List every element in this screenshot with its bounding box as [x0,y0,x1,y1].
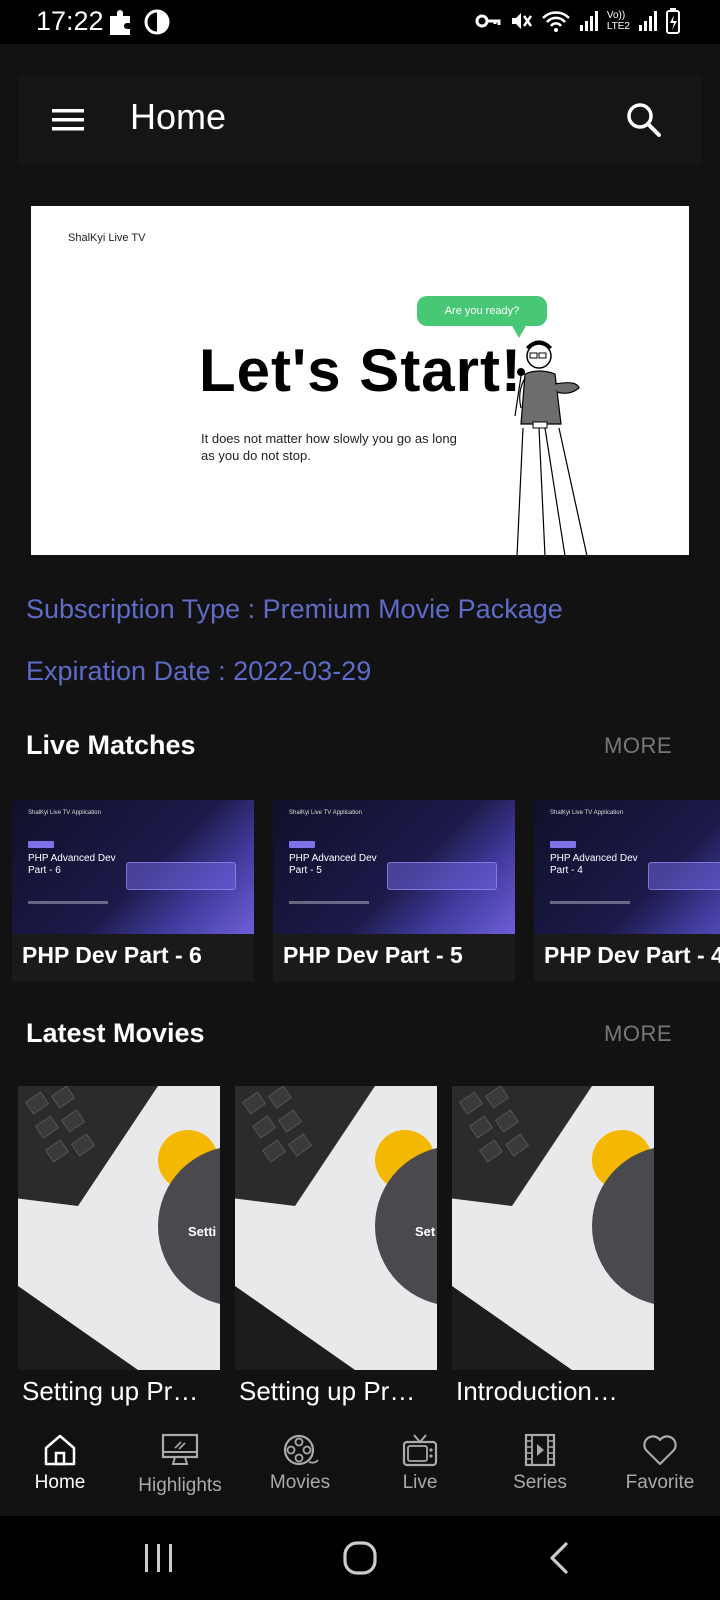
live-match-thumbnail: ShalKyi Live TV Application PHP Advanced… [12,800,254,934]
mute-icon [511,13,532,29]
signal-icon [579,11,598,31]
monitor-icon [161,1433,199,1465]
person-illustration [514,340,588,555]
thumb-tag [289,841,315,848]
recent-apps-button[interactable] [137,1536,181,1580]
nav-item-highlights[interactable]: Highlights [120,1418,240,1516]
live-match-card[interactable]: ShalKyi Live TV Application PHP Advanced… [12,800,254,982]
nav-item-home[interactable]: Home [0,1418,120,1516]
nav-label-favorite: Favorite [625,1472,695,1493]
subscription-type: Subscription Type : Premium Movie Packag… [26,594,563,624]
live-match-label: PHP Dev Part - 5 [283,942,463,968]
thumb-brand: ShalKyi Live TV Application [550,810,623,816]
wifi-icon [541,11,570,32]
live-match-label: PHP Dev Part - 4 [544,942,720,968]
thumb-title: PHP Advanced Dev Part - 4 [550,853,638,876]
thumb-info-box [126,862,236,890]
tv-icon [402,1434,438,1467]
movie-thumbnail: Set [235,1086,437,1370]
nav-item-series[interactable]: Series [480,1418,600,1516]
latest-movies-list: Setti Setting up Pr… Set Setting up Pr… … [18,1086,720,1416]
nav-label-home: Home [34,1472,86,1493]
network-type: Vo)) LTE2 [607,10,630,32]
laptop-keyboard-illustration [452,1086,654,1370]
thumb-info-box [648,862,720,890]
nav-item-favorite[interactable]: Favorite [600,1418,720,1516]
heart-icon [643,1435,677,1466]
latest-movies-more-link[interactable]: MORE [604,1021,672,1047]
thumb-info-box [387,862,497,890]
signal-icon-2 [639,11,657,31]
back-chevron-icon [550,1542,568,1574]
search-button[interactable] [622,98,666,142]
back-button[interactable] [538,1536,582,1580]
home-system-button[interactable] [338,1536,382,1580]
banner-headline: Let's Start! [199,337,522,404]
nav-label-movies: Movies [269,1472,331,1493]
lte-label: LTE2 [606,21,630,32]
menu-button[interactable] [46,98,90,142]
movie-thumbnail [452,1086,654,1370]
home-icon [44,1434,76,1466]
promo-banner[interactable]: ShalKyi Live TV Are you ready? Let's Sta… [31,206,689,555]
banner-brand: ShalKyi Live TV [68,232,146,244]
live-matches-list: ShalKyi Live TV Application PHP Advanced… [12,800,720,982]
thumb-tag [28,841,54,848]
thumb-footer-line [550,901,630,904]
thumb-brand: ShalKyi Live TV Application [289,810,362,816]
page-title: Home [130,96,227,137]
thumb-tag [550,841,576,848]
bottom-navigation: Home Highlights Movies Live Series Favor… [0,1418,720,1516]
movie-thumbnail: Setti [18,1086,220,1370]
volte-label: Vo)) [606,10,626,21]
live-match-card[interactable]: ShalKyi Live TV Application PHP Advanced… [273,800,515,982]
movie-label: Setting up Pr… [22,1376,199,1406]
nav-item-live[interactable]: Live [360,1418,480,1516]
movie-card[interactable]: Setti Setting up Pr… [18,1086,220,1416]
movie-thumb-text: Setti [188,1224,216,1239]
nav-item-movies[interactable]: Movies [240,1418,360,1516]
nav-label-series: Series [513,1472,567,1493]
movie-label: Setting up Pr… [239,1376,416,1406]
banner-quote: It does not matter how slowly you go as … [201,431,457,463]
thumb-title: PHP Advanced Dev Part - 6 [28,853,116,876]
puzzle-icon [110,10,130,35]
status-time: 17:22 [36,6,104,36]
laptop-keyboard-illustration: Setti [18,1086,220,1370]
live-match-thumbnail: ShalKyi Live TV Application PHP Advanced… [273,800,515,934]
laptop-keyboard-illustration: Set [235,1086,437,1370]
latest-movies-title: Latest Movies [26,1018,205,1048]
status-left-icons [108,8,170,36]
film-strip-icon [524,1433,556,1467]
live-match-card[interactable]: ShalKyi Live TV Application PHP Advanced… [534,800,720,982]
live-match-label: PHP Dev Part - 6 [22,942,202,968]
menu-icon [52,109,84,131]
expiration-date: Expiration Date : 2022-03-29 [26,656,372,686]
film-reel-icon [283,1434,319,1466]
status-bar: 17:22 Vo)) LTE2 [0,0,720,44]
system-navigation-bar [0,1516,720,1600]
search-icon [627,103,661,137]
live-matches-more-link[interactable]: MORE [604,733,672,759]
home-circle-icon [343,1541,377,1575]
status-right-icons: Vo)) LTE2 [475,8,680,34]
recent-apps-icon [145,1544,172,1572]
movie-label: Introduction… [456,1376,618,1406]
half-circle-icon [144,9,170,35]
thumb-brand: ShalKyi Live TV Application [28,810,101,816]
thumb-footer-line [289,901,369,904]
movie-card[interactable]: Introduction… [452,1086,654,1416]
live-match-thumbnail: ShalKyi Live TV Application PHP Advanced… [534,800,720,934]
live-matches-title: Live Matches [26,730,196,760]
nav-label-live: Live [402,1472,438,1493]
nav-label-highlights: Highlights [138,1475,222,1496]
key-icon [475,14,501,28]
app-bar: Home [18,74,702,166]
movie-thumb-text: Set [415,1224,436,1239]
thumb-title: PHP Advanced Dev Part - 5 [289,853,377,876]
thumb-footer-line [28,901,108,904]
battery-charging-icon [666,8,680,34]
movie-card[interactable]: Set Setting up Pr… [235,1086,437,1416]
speech-bubble: Are you ready? [417,296,547,326]
